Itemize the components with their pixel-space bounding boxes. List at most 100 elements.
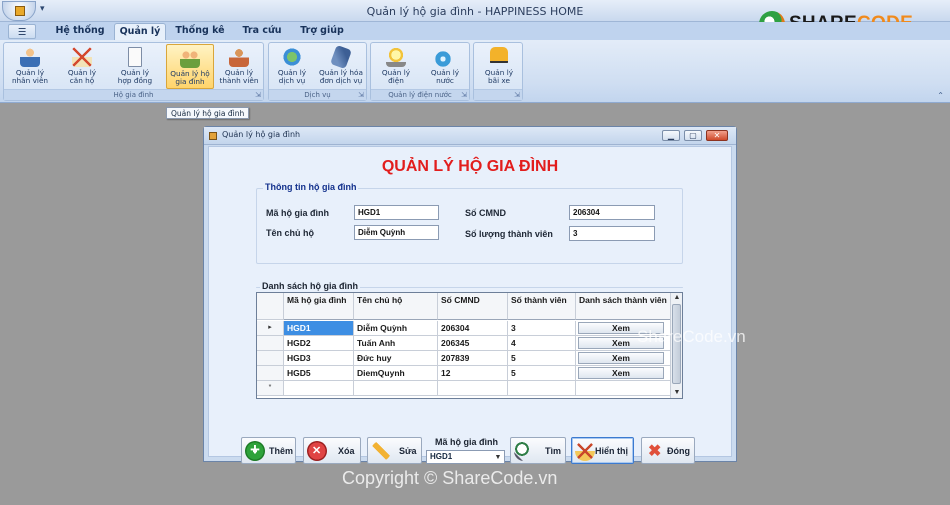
family-icon (180, 48, 200, 68)
cell-ma[interactable]: HGD1 (284, 321, 354, 336)
collapse-ribbon-icon[interactable]: ⌃ (937, 91, 944, 100)
cell-cmnd[interactable]: 206304 (438, 321, 508, 336)
column-header[interactable]: Danh sách thành viên (576, 293, 671, 320)
ribbon-button-quan-ly-thanh-vien[interactable]: Quản lý thành viên (217, 44, 261, 89)
group-launcher-icon[interactable]: ⇲ (255, 91, 261, 99)
group-launcher-icon[interactable]: ⇲ (358, 91, 364, 99)
search-button[interactable]: Tìm (510, 437, 566, 464)
grid-header-row: Mã hộ gia đình Tên chủ hộ Số CMND Số thà… (257, 293, 671, 320)
cell-cmnd[interactable]: 206345 (438, 336, 508, 351)
view-members-button[interactable]: Xem (578, 352, 664, 364)
ribbon-button-quan-ly-bai-xe[interactable]: Quản lý bãi xe (476, 44, 522, 89)
cell-cmnd[interactable] (438, 381, 508, 396)
cell-so-tv[interactable]: 3 (508, 321, 576, 336)
cell-ma[interactable]: HGD3 (284, 351, 354, 366)
so-cmnd-field[interactable]: 206304 (569, 205, 655, 220)
new-row[interactable]: * (257, 381, 671, 396)
show-all-button[interactable]: Hiển thị (571, 437, 634, 464)
view-members-button[interactable]: Xem (578, 367, 664, 379)
cell-action: Xem (576, 366, 671, 381)
cell-ten[interactable]: Tuấn Anh (354, 336, 438, 351)
ribbon-button-quan-ly-ho-gia-dinh[interactable]: Quản lý hộ gia đình (166, 44, 214, 89)
tab-thong-ke[interactable]: Thống kê (172, 23, 228, 40)
page-title: QUẢN LÝ HỘ GIA ĐÌNH (381, 158, 559, 175)
ribbon-panel: Quản lý nhân viên Quản lý căn hộ Quản lý… (0, 40, 950, 103)
table-row[interactable]: ▸ HGD1 Diễm Quỳnh 206304 3 Xem (257, 321, 671, 336)
cell-ten[interactable]: Đức huy (354, 351, 438, 366)
group-launcher-icon[interactable]: ⇲ (461, 91, 467, 99)
ma-ho-field[interactable]: HGD1 (354, 205, 439, 220)
family-management-dialog: Quản lý hộ gia đình ▁ ▢ ✕ QUẢN LÝ HỘ GIA… (203, 126, 737, 464)
delete-button[interactable]: Xóa (303, 437, 361, 464)
ribbon-button-quan-ly-hop-dong[interactable]: Quản lý hợp đồng (111, 44, 159, 89)
scroll-down-icon[interactable]: ▼ (672, 388, 682, 398)
group-launcher-icon[interactable]: ⇲ (514, 91, 520, 99)
cell-ma[interactable] (284, 381, 354, 396)
add-button-label: Thêm (269, 446, 294, 456)
cell-action: Xem (576, 351, 671, 366)
ten-chu-ho-field[interactable]: Diễm Quỳnh (354, 225, 439, 240)
ribbon-button-quan-ly-hoa-don-dich-vu[interactable]: Quản lý hóa đơn dịch vụ (316, 44, 366, 89)
cell-cmnd[interactable]: 12 (438, 366, 508, 381)
ribbon-label: căn hộ (69, 76, 95, 85)
ma-ho-dropdown-value: HGD1 (430, 452, 453, 461)
combo-label: Mã hộ gia đình (435, 437, 498, 447)
ribbon-button-quan-ly-dien[interactable]: Quản lý điện (373, 44, 419, 89)
edit-button[interactable]: Sửa (367, 437, 422, 464)
tab-he-thong[interactable]: Hệ thống (52, 23, 108, 40)
tab-tra-cuu[interactable]: Tra cứu (234, 23, 290, 40)
new-row-indicator: * (257, 381, 284, 396)
watermark-center: ShareCode.vn (637, 327, 746, 346)
cell-ma[interactable]: HGD5 (284, 366, 354, 381)
electricity-icon (386, 47, 406, 67)
dialog-app-icon (209, 132, 217, 140)
ribbon-group-dien-nuoc: Quản lý điện Quản lý nước Quản lý điện n… (370, 42, 470, 101)
service-icon (282, 47, 302, 67)
cell-ten[interactable] (354, 381, 438, 396)
column-header[interactable]: Mã hộ gia đình (284, 293, 354, 320)
so-luong-field[interactable]: 3 (569, 226, 655, 241)
cell-ma[interactable]: HGD2 (284, 336, 354, 351)
tab-tro-giup[interactable]: Trợ giúp (296, 23, 348, 40)
ribbon-label: thành viên (219, 76, 259, 85)
cell-so-tv[interactable]: 5 (508, 351, 576, 366)
ribbon-button-quan-ly-dich-vu[interactable]: Quản lý dịch vụ (271, 44, 313, 89)
column-header[interactable]: Số thành viên (508, 293, 576, 320)
tab-quan-ly[interactable]: Quản lý (114, 23, 166, 40)
table-row[interactable]: HGD2 Tuấn Anh 206345 4 Xem (257, 336, 671, 351)
column-header[interactable]: Số CMND (438, 293, 508, 320)
ten-chu-ho-label: Tên chủ hộ (266, 228, 314, 238)
ribbon-button-quan-ly-nuoc[interactable]: Quản lý nước (421, 44, 469, 89)
minimize-button[interactable]: ▁ (662, 130, 680, 141)
delete-icon (307, 441, 327, 461)
maximize-button[interactable]: ▢ (684, 130, 702, 141)
ribbon-group-ho-gia-dinh: Quản lý nhân viên Quản lý căn hộ Quản lý… (3, 42, 264, 101)
table-row[interactable]: HGD5 DiemQuynh 12 5 Xem (257, 366, 671, 381)
ribbon-button-quan-ly-can-ho[interactable]: Quản lý căn hộ (59, 44, 105, 89)
cell-so-tv[interactable]: 4 (508, 336, 576, 351)
row-header (257, 336, 284, 351)
list-groupbox: Danh sách hộ gia đình (256, 281, 683, 291)
ribbon-button-quan-ly-nhan-vien[interactable]: Quản lý nhân viên (7, 44, 53, 89)
cell-so-tv[interactable]: 5 (508, 366, 576, 381)
ma-ho-dropdown[interactable]: HGD1 ▼ (426, 450, 505, 464)
cell-cmnd[interactable]: 207839 (438, 351, 508, 366)
so-cmnd-label: Số CMND (465, 208, 506, 218)
family-data-grid[interactable]: Mã hộ gia đình Tên chủ hộ Số CMND Số thà… (256, 292, 683, 399)
scroll-up-icon[interactable]: ▲ (672, 293, 682, 303)
table-row[interactable]: HGD3 Đức huy 207839 5 Xem (257, 351, 671, 366)
cell-ten[interactable]: DiemQuynh (354, 366, 438, 381)
chevron-down-icon[interactable]: ▼ (493, 452, 503, 462)
cell-ten[interactable]: Diễm Quỳnh (354, 321, 438, 336)
close-form-button[interactable]: Đóng (641, 437, 695, 464)
column-header[interactable]: Tên chủ hộ (354, 293, 438, 320)
add-button[interactable]: Thêm (241, 437, 296, 464)
close-button[interactable]: ✕ (706, 130, 728, 141)
close-icon (645, 441, 665, 461)
cell-so-tv[interactable] (508, 381, 576, 396)
row-header (257, 351, 284, 366)
file-menu-icon[interactable]: ☰ (8, 24, 36, 39)
ribbon-label: Quản lý nước (430, 68, 460, 85)
ribbon-label: nhân viên (11, 76, 49, 85)
search-icon (514, 441, 534, 461)
